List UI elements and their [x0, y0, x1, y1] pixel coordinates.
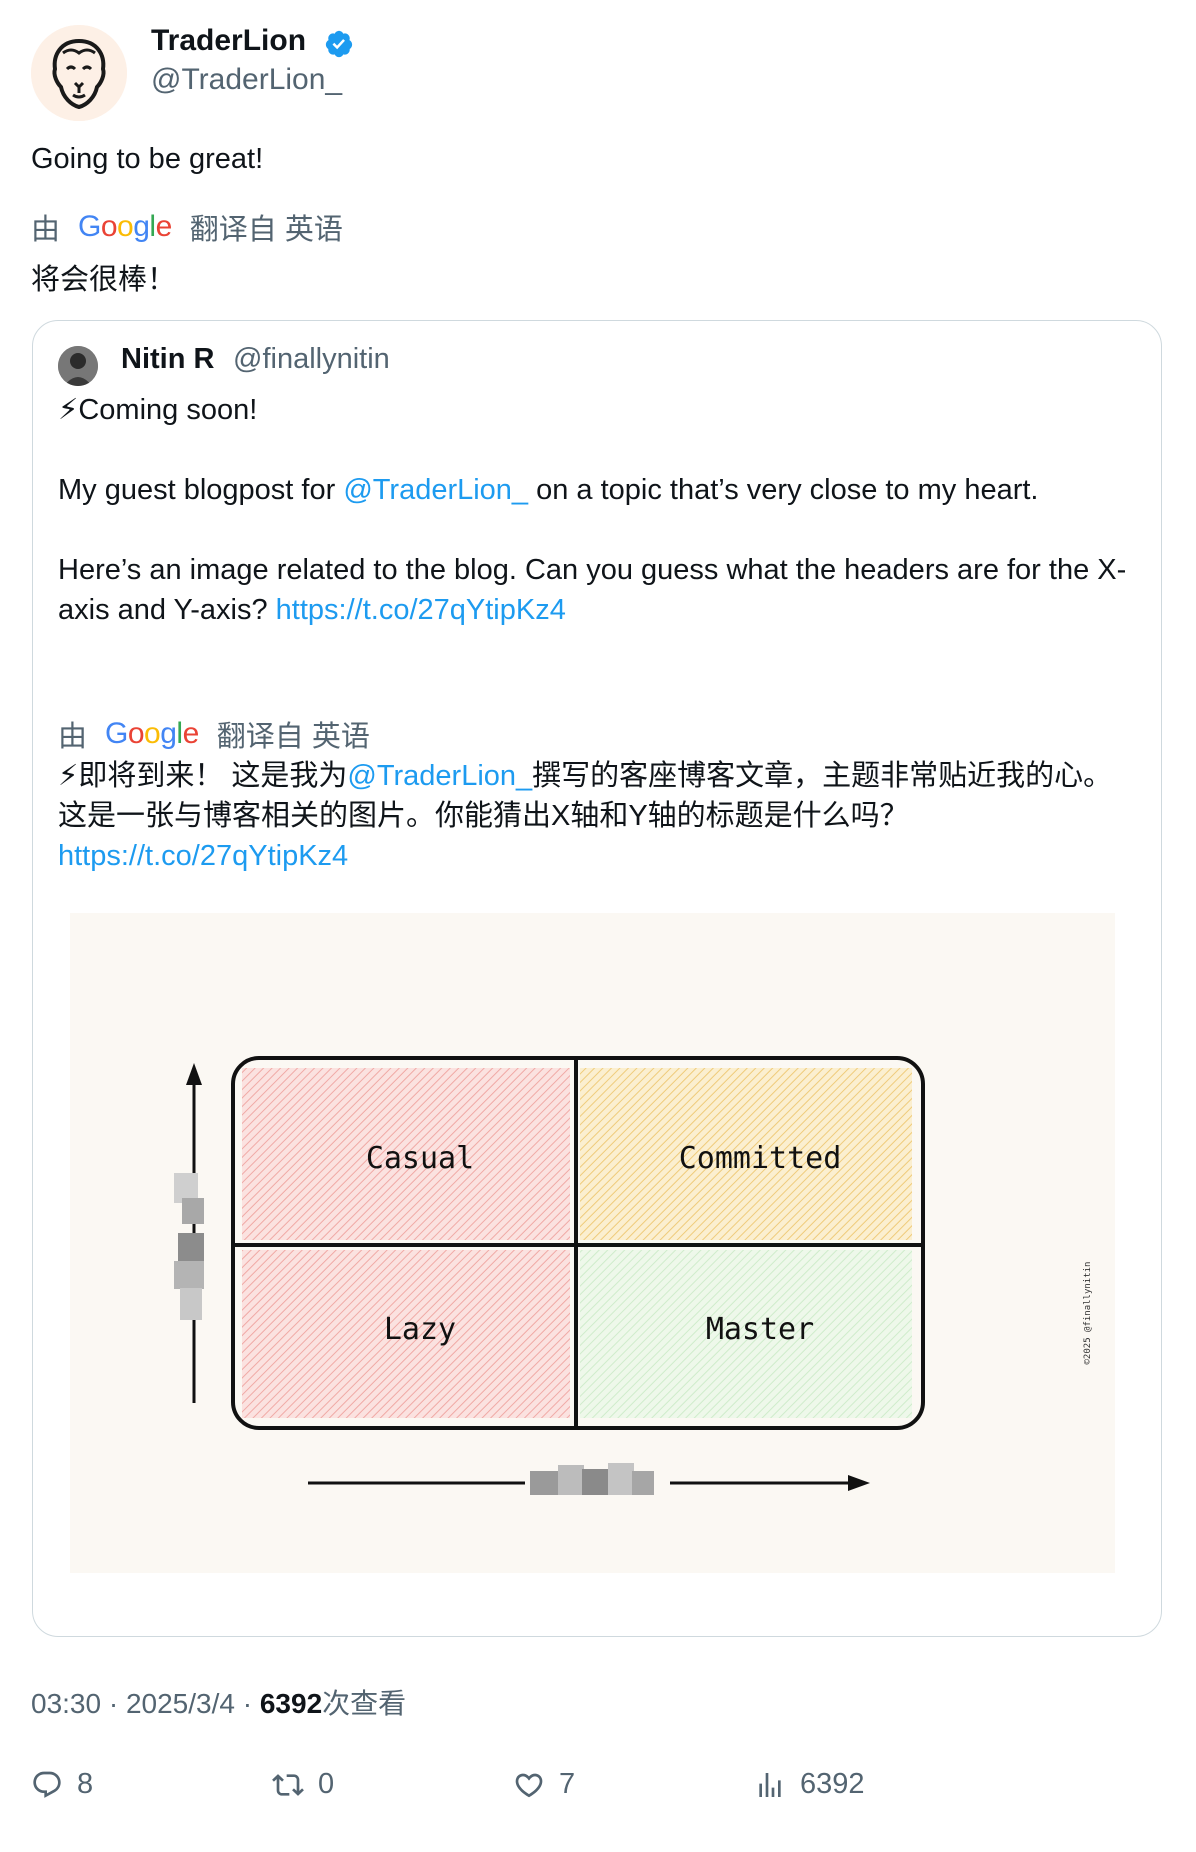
reply-button[interactable]: 8 [31, 1768, 93, 1801]
tweet-meta: 03:30 · 2025/3/4 · 6392次查看 [31, 1688, 407, 1719]
person-avatar-icon [58, 346, 98, 386]
quadrant-label-master: Master [706, 1312, 814, 1347]
image-credit: ©2025 @finallynitin [1083, 1262, 1093, 1365]
quote-translated-text: ⚡即将到来！ 这是我为@TraderLion_撰写的客座博客文章，主题非常贴近我… [58, 760, 1113, 872]
author-avatar[interactable] [31, 25, 127, 121]
quote-translation-attribution: 由 Google 翻译自 英语 [58, 713, 370, 755]
retweet-button[interactable]: 0 [272, 1768, 334, 1801]
views-button[interactable]: 6392 [754, 1768, 865, 1801]
quote-body: ⚡Coming soon! My guest blogpost for @Tra… [58, 390, 1138, 630]
lion-logo-icon [31, 25, 127, 121]
quote-line-3: Here’s an image related to the blog. Can… [58, 554, 1127, 626]
author-name[interactable]: TraderLion [151, 24, 306, 58]
like-count: 7 [559, 1768, 576, 1800]
x-axis-label-blurred [530, 1463, 654, 1495]
quote-author-name[interactable]: Nitin R [121, 343, 214, 376]
view-count-label: 次查看 [322, 1688, 407, 1719]
quadrant-label-casual: Casual [366, 1141, 474, 1176]
quote-author-avatar[interactable] [58, 346, 98, 386]
views-count: 6392 [800, 1768, 865, 1800]
quadrant-label-lazy: Lazy [384, 1312, 456, 1347]
view-count: 6392 [259, 1688, 323, 1719]
y-axis-label-blurred [174, 1173, 204, 1320]
tweet-text: Going to be great! [31, 143, 264, 175]
mention-link[interactable]: @TraderLion_ [343, 474, 528, 506]
translation-suffix: 翻译自 英语 [189, 214, 343, 246]
quadrant-diagram: Casual Committed Lazy Master ©2025 @fina… [174, 1056, 1093, 1495]
tco-link[interactable]: https://t.co/27qYtipKz4 [276, 594, 566, 626]
translation-suffix: 翻译自 英语 [216, 721, 370, 753]
translation-prefix: 由 [58, 721, 88, 753]
tweet-date[interactable]: 2025/3/4 [126, 1688, 235, 1719]
analytics-icon [759, 1772, 781, 1797]
quote-line-1: ⚡Coming soon! [58, 394, 258, 426]
quadrant-label-committed: Committed [679, 1141, 842, 1176]
retweet-count: 0 [318, 1768, 335, 1800]
quote-author-handle[interactable]: @finallynitin [233, 343, 390, 376]
like-button[interactable]: 7 [513, 1768, 575, 1801]
quote-line-2: My guest blogpost for @TraderLion_ on a … [58, 474, 1039, 506]
translation-attribution: 由 Google 翻译自 英语 [31, 206, 343, 248]
reply-icon [33, 1771, 61, 1798]
reply-count: 8 [77, 1768, 94, 1800]
google-logo-icon: Google [105, 717, 199, 750]
retweet-icon [272, 1773, 304, 1796]
heart-icon [515, 1773, 543, 1797]
quote-image[interactable]: Casual Committed Lazy Master ©2025 @fina… [70, 913, 1115, 1573]
tco-link[interactable]: https://t.co/27qYtipKz4 [58, 840, 348, 872]
verified-badge-icon [325, 30, 353, 58]
author-handle[interactable]: @TraderLion_ [151, 63, 342, 97]
mention-link[interactable]: @TraderLion_ [347, 760, 532, 792]
google-logo-icon: Google [78, 210, 172, 243]
tweet-time[interactable]: 03:30 [31, 1688, 101, 1719]
translation-prefix: 由 [31, 214, 61, 246]
translated-text: 将会很棒！ [31, 264, 177, 296]
